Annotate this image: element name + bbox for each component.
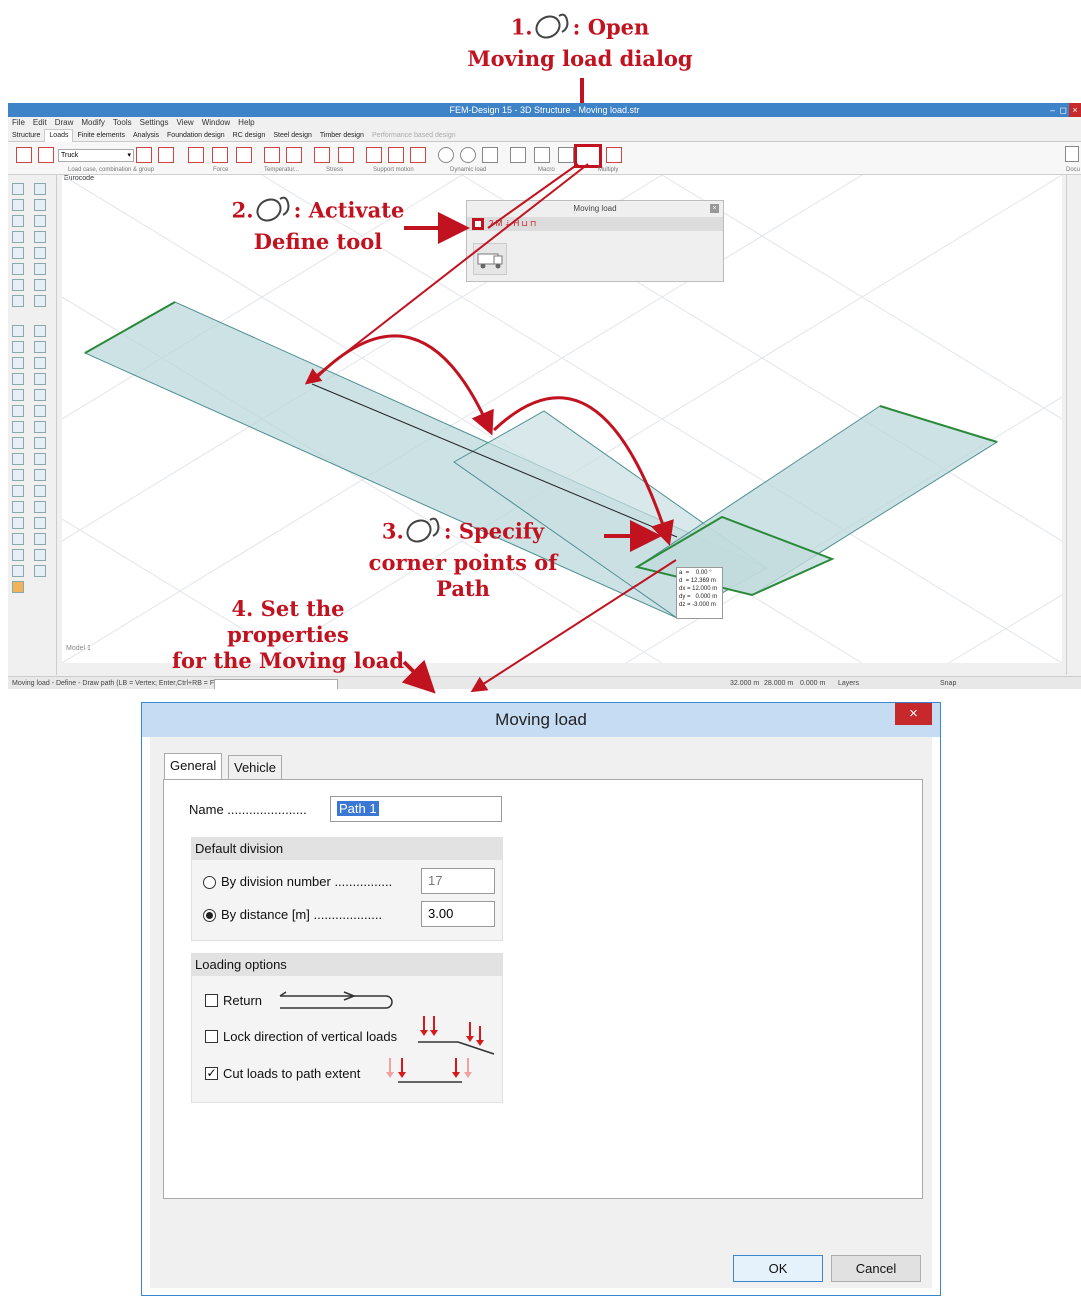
step4-text: 4. Set the properties bbox=[227, 596, 349, 647]
name-input[interactable]: Path 1 bbox=[330, 796, 502, 822]
dialog-title: Moving load bbox=[495, 710, 587, 729]
return-checkbox[interactable] bbox=[205, 994, 218, 1007]
cut-loads-label: Cut loads to path extent bbox=[223, 1066, 361, 1081]
division-number-input[interactable]: 17 bbox=[421, 868, 495, 894]
name-value: Path 1 bbox=[337, 801, 379, 816]
moving-load-dialog: Moving load × General Vehicle Name .....… bbox=[141, 702, 941, 1296]
step2-number: 2. bbox=[231, 197, 254, 223]
callout-step4: 4. Set the properties for the Moving loa… bbox=[170, 596, 406, 674]
loading-options-group: Loading options Return Lock direction of… bbox=[191, 953, 503, 1103]
mouse-icon bbox=[404, 516, 444, 550]
loading-options-header: Loading options bbox=[192, 954, 502, 976]
name-label: Name ...................... bbox=[189, 802, 307, 817]
step2-text: : Activate bbox=[293, 197, 405, 223]
dialog-body: General Vehicle Name ...................… bbox=[150, 737, 932, 1288]
lock-direction-checkbox[interactable] bbox=[205, 1030, 218, 1043]
lock-direction-label: Lock direction of vertical loads bbox=[223, 1029, 398, 1044]
tab-general[interactable]: General bbox=[164, 753, 223, 779]
lock-direction-icon bbox=[418, 1016, 495, 1055]
by-distance-label: By distance [m] ................... bbox=[221, 907, 383, 922]
by-division-number-label: By division number ................ bbox=[221, 874, 393, 889]
cut-loads-icon bbox=[386, 1058, 472, 1083]
by-division-number-radio[interactable] bbox=[203, 876, 216, 889]
step3-text: : Specify bbox=[443, 518, 545, 544]
dialog-close-button[interactable]: × bbox=[895, 703, 932, 725]
step3-number: 3. bbox=[381, 518, 404, 544]
distance-input[interactable]: 3.00 bbox=[421, 901, 495, 927]
step2-text2: Define tool bbox=[253, 229, 383, 254]
by-distance-radio[interactable] bbox=[203, 909, 216, 922]
ok-button[interactable]: OK bbox=[733, 1255, 823, 1282]
return-path-icon bbox=[279, 991, 393, 1009]
tab-vehicle[interactable]: Vehicle bbox=[228, 755, 282, 779]
return-label: Return bbox=[223, 993, 263, 1008]
default-division-group: Default division By division number ....… bbox=[191, 837, 503, 941]
cancel-button[interactable]: Cancel bbox=[831, 1255, 921, 1282]
mouse-icon bbox=[254, 195, 294, 229]
step4-text2: for the Moving load bbox=[171, 648, 405, 673]
callout-step3: 3. : Specify corner points of Path bbox=[340, 516, 586, 602]
default-division-header: Default division bbox=[192, 838, 502, 860]
callout-step2: 2. : Activate Define tool bbox=[218, 195, 418, 255]
general-tab-panel: Name ...................... Path 1 Defau… bbox=[163, 779, 923, 1199]
step3-text2: corner points of Path bbox=[368, 550, 558, 601]
cut-loads-checkbox[interactable]: ✓ bbox=[205, 1067, 218, 1080]
dialog-title-bar: Moving load × bbox=[142, 703, 940, 737]
